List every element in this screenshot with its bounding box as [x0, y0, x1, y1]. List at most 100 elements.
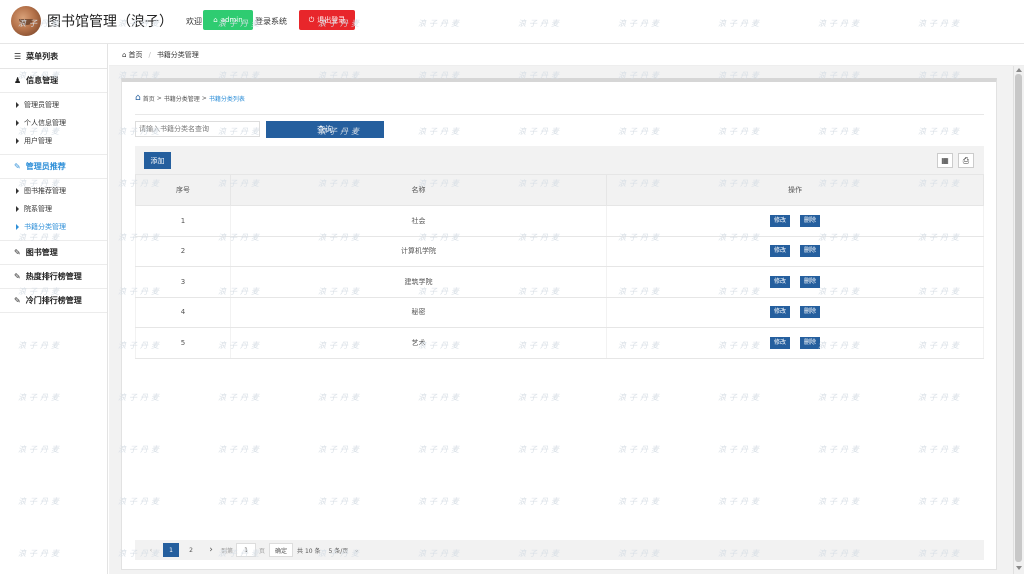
inner-breadcrumb-home[interactable]: 首页 — [143, 94, 155, 103]
sidebar-item-label: 个人信息管理 — [24, 119, 66, 127]
edit-button[interactable]: 修改 — [770, 214, 790, 227]
delete-button[interactable]: 删除 — [800, 245, 820, 258]
cell-index: 3 — [135, 266, 231, 298]
table-row: 2 计算机学院 修改 删除 — [135, 235, 984, 267]
sidebar-group-books[interactable]: ✎ 图书管理 — [0, 241, 107, 265]
menu-title: 菜单列表 — [26, 51, 59, 61]
cell-name: 建筑学院 — [230, 266, 607, 298]
home-icon: ⌂ — [122, 50, 127, 59]
caret-right-icon — [16, 224, 19, 230]
sidebar-item-label: 用户管理 — [24, 137, 52, 145]
breadcrumb-separator: > — [201, 94, 207, 102]
table-toolbar — [135, 146, 984, 174]
sidebar: ☰ 菜单列表 ♟ 信息管理 管理员管理 个人信息管理 用户管理 ✎ 管理员推荐 … — [0, 44, 108, 574]
sidebar-item-user-manage[interactable]: 用户管理 — [0, 132, 107, 150]
cell-index: 2 — [135, 235, 231, 267]
sidebar-group-hot-ranking[interactable]: ✎ 热度排行榜管理 — [0, 265, 107, 289]
home-icon: ⌂ — [135, 93, 141, 103]
cell-actions: 修改 删除 — [606, 327, 984, 359]
caret-right-icon — [16, 206, 19, 212]
delete-button[interactable]: 删除 — [800, 214, 820, 227]
table-header-row: 序号 名称 操作 — [135, 174, 984, 206]
admin-label: admin — [220, 16, 243, 24]
print-icon[interactable]: ⎙ — [958, 153, 974, 168]
goto-prefix: 到第 — [221, 547, 234, 555]
welcome-text: 欢迎 — [186, 17, 202, 26]
logout-button[interactable]: ⏻ 退出登录 — [299, 10, 355, 30]
search-input[interactable] — [135, 121, 260, 137]
sidebar-group-label: 冷门排行榜管理 — [25, 296, 82, 305]
sidebar-group-cold-ranking[interactable]: ✎ 冷门排行榜管理 — [0, 289, 107, 313]
add-button[interactable]: 添加 — [144, 152, 171, 169]
sidebar-item-book-category[interactable]: 书籍分类管理 — [0, 218, 107, 236]
inner-breadcrumb-current: 书籍分类列表 — [208, 95, 245, 103]
edit-icon: ✎ — [14, 272, 21, 281]
chevron-down-icon: ⌄ — [354, 546, 360, 554]
scroll-up-icon[interactable] — [1016, 68, 1022, 72]
cell-name: 秘密 — [230, 296, 607, 328]
table-row: 5 艺术 修改 删除 — [135, 327, 984, 359]
table-row: 4 秘密 修改 删除 — [135, 296, 984, 328]
scroll-down-icon[interactable] — [1016, 566, 1022, 570]
sidebar-item-personal-info[interactable]: 个人信息管理 — [0, 114, 107, 132]
power-icon: ⏻ — [308, 15, 315, 24]
sidebar-submenu-recommend: 图书推荐管理 院系管理 书籍分类管理 — [0, 179, 107, 241]
edit-button[interactable]: 修改 — [770, 336, 790, 349]
columns-filter-icon[interactable]: ▦ — [937, 153, 953, 168]
logout-label: 退出登录 — [317, 16, 346, 24]
page-2-button[interactable]: 2 — [183, 543, 199, 557]
sidebar-item-department[interactable]: 院系管理 — [0, 200, 107, 218]
search-button[interactable]: 查询 — [266, 121, 384, 138]
delete-button[interactable]: 删除 — [800, 306, 820, 319]
app-title: 图书馆管理（浪子） — [47, 14, 173, 30]
edit-icon: ✎ — [14, 296, 21, 305]
page-size-select[interactable]: 5 条/页 ⌄ — [329, 546, 360, 555]
user-icon: ♟ — [14, 76, 22, 85]
sidebar-item-label: 院系管理 — [24, 205, 52, 213]
cell-name: 社会 — [230, 205, 607, 237]
avatar — [11, 6, 41, 36]
goto-suffix: 页 — [259, 547, 266, 555]
sidebar-group-label: 图书管理 — [25, 248, 58, 257]
cell-index: 5 — [135, 327, 231, 359]
login-system-text: 登录系统 — [255, 17, 287, 26]
sidebar-group-admin-recommend[interactable]: ✎ 管理员推荐 — [0, 155, 107, 179]
menu-header: ☰ 菜单列表 — [0, 44, 107, 69]
table-row: 1 社会 修改 删除 — [135, 205, 984, 237]
goto-page-input[interactable]: 1 — [236, 543, 257, 557]
pagination: ‹ 1 2 › 到第 1 页 确定 共 10 条 5 条/页 ⌄ — [135, 540, 984, 560]
caret-right-icon — [16, 102, 19, 108]
edit-button[interactable]: 修改 — [770, 306, 790, 319]
edit-button[interactable]: 修改 — [770, 275, 790, 288]
breadcrumb-current: 书籍分类管理 — [156, 50, 199, 59]
breadcrumb-separator: / — [148, 50, 151, 59]
scrollbar-thumb[interactable] — [1015, 74, 1022, 562]
prev-page-icon[interactable]: ‹ — [143, 543, 159, 557]
cell-actions: 修改 删除 — [606, 235, 984, 267]
page-1-button[interactable]: 1 — [163, 543, 179, 557]
sidebar-item-label: 书籍分类管理 — [24, 223, 66, 231]
breadcrumb-home[interactable]: 首页 — [128, 50, 142, 60]
inner-breadcrumb-level2[interactable]: 书籍分类管理 — [164, 94, 200, 103]
sidebar-item-admin-manage[interactable]: 管理员管理 — [0, 96, 107, 114]
admin-user-button[interactable]: ⌂ admin — [203, 10, 253, 30]
category-table: 序号 名称 操作 1 社会 修改 删除 2 计算机学院 修改 删除 3 建筑学院 修改 删除 4 秘密 修改… — [135, 174, 984, 359]
goto-confirm-button[interactable]: 确定 — [269, 543, 294, 557]
sidebar-item-label: 管理员管理 — [24, 101, 59, 109]
sidebar-item-book-recommend[interactable]: 图书推荐管理 — [0, 182, 107, 200]
edit-button[interactable]: 修改 — [770, 245, 790, 258]
column-header-index: 序号 — [135, 174, 231, 206]
delete-button[interactable]: 删除 — [800, 336, 820, 349]
column-header-actions: 操作 — [606, 174, 984, 206]
sidebar-group-label: 热度排行榜管理 — [25, 272, 82, 281]
delete-button[interactable]: 删除 — [800, 275, 820, 288]
cell-index: 1 — [135, 205, 231, 237]
caret-right-icon — [16, 188, 19, 194]
breadcrumb-separator: > — [156, 94, 162, 102]
page-size-value: 5 条/页 — [328, 547, 349, 555]
total-count: 共 10 条 — [297, 547, 321, 555]
sidebar-group-info[interactable]: ♟ 信息管理 — [0, 69, 107, 93]
home-icon: ⌂ — [213, 16, 218, 24]
table-row: 3 建筑学院 修改 删除 — [135, 266, 984, 298]
next-page-icon[interactable]: › — [203, 543, 219, 557]
